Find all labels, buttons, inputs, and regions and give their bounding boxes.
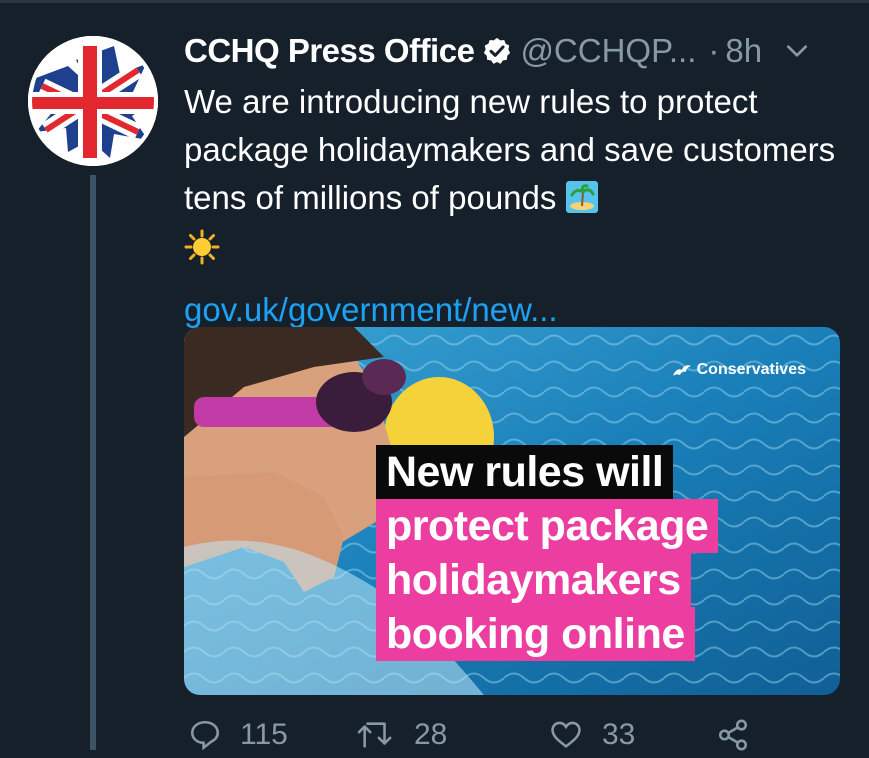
avatar[interactable] <box>28 36 158 166</box>
timestamp[interactable]: 8h <box>725 32 762 70</box>
conservatives-tree-logo <box>672 365 691 376</box>
like-count: 33 <box>602 718 636 751</box>
like-icon <box>551 721 581 748</box>
chevron-down-icon[interactable] <box>784 38 810 64</box>
display-name[interactable]: CCHQ Press Office <box>184 32 475 70</box>
brand-label: Conservatives <box>671 361 806 379</box>
tweet-media-image[interactable]: Conservatives New rules will protect pac… <box>184 327 840 695</box>
reply-count: 115 <box>240 718 288 751</box>
image-headline: New rules will protect package holidayma… <box>376 445 719 661</box>
handle[interactable]: @CCHQP... <box>520 32 696 70</box>
tweet-header: CCHQ Press Office @CCHQP... · 8h <box>184 28 844 74</box>
tweet-text: We are introducing new rules to protect … <box>184 78 839 278</box>
thread-line <box>90 175 96 750</box>
like-button[interactable]: 33 <box>548 718 635 752</box>
tweet-actions: 115 28 33 <box>184 718 784 758</box>
tweet-text-body: We are introducing new rules to protect … <box>184 83 836 216</box>
verified-badge-icon <box>484 37 511 64</box>
reply-button[interactable]: 115 <box>188 718 288 752</box>
sun-emoji <box>184 229 220 278</box>
desert-island-emoji <box>565 178 598 226</box>
headline-line-2: protect package <box>376 499 719 553</box>
brand-text: Conservatives <box>696 361 806 378</box>
retweet-count: 28 <box>414 718 448 751</box>
share-button[interactable] <box>716 718 750 752</box>
retweet-button[interactable]: 28 <box>356 718 447 752</box>
top-divider <box>0 0 869 3</box>
retweet-icon <box>357 722 392 748</box>
tweet-body: CCHQ Press Office @CCHQP... · 8h We are … <box>184 28 844 334</box>
headline-line-4: booking online <box>376 607 695 661</box>
separator-dot: · <box>708 32 720 69</box>
share-icon <box>718 719 748 751</box>
headline-line-1: New rules will <box>376 445 674 499</box>
reply-icon <box>190 720 220 751</box>
union-flag-logo <box>28 36 158 166</box>
headline-line-3: holidaymakers <box>376 553 691 607</box>
